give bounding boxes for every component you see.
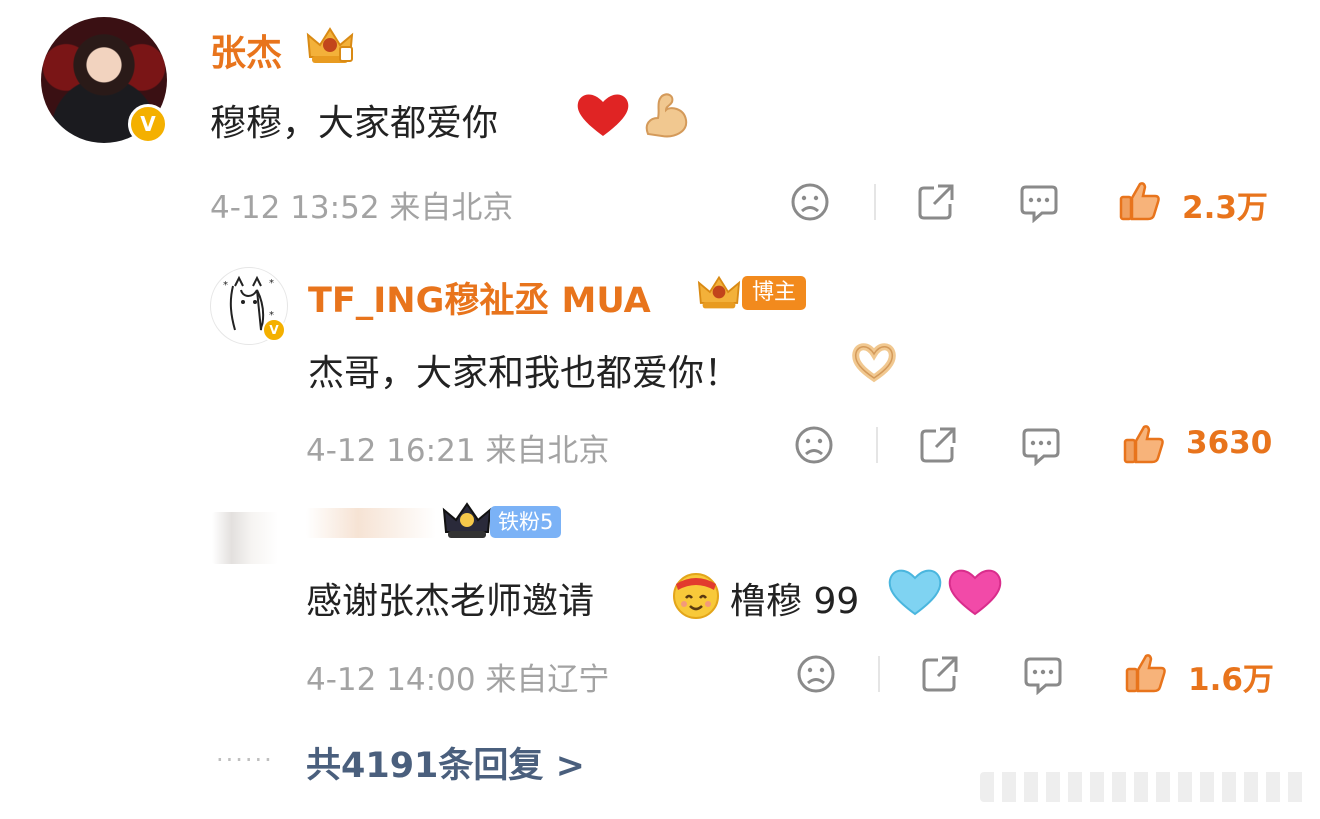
verified-badge-icon: V xyxy=(128,104,168,144)
sad-face-icon[interactable] xyxy=(790,182,830,222)
like-count[interactable]: 3630 xyxy=(1186,425,1272,461)
comment-text: 穆穆，大家都爱你 xyxy=(210,103,499,144)
pink-heart-emoji-icon xyxy=(946,566,1004,618)
heart-hands-emoji-icon xyxy=(846,340,902,384)
sad-face-icon[interactable] xyxy=(794,425,834,465)
sad-face-icon[interactable] xyxy=(796,654,836,694)
svg-text:*: * xyxy=(269,278,274,289)
blogger-tag: 博主 xyxy=(742,276,807,310)
more-replies-link[interactable]: 共4191条回复 > xyxy=(306,737,585,788)
reply-timestamp: 4-12 14:00 来自辽宁 xyxy=(306,662,610,698)
watermark xyxy=(980,772,1310,802)
crown-badge-icon[interactable] xyxy=(440,500,494,542)
comment-icon[interactable] xyxy=(1018,183,1060,223)
reply-author-avatar[interactable] xyxy=(212,512,278,564)
separator-dots: ······ xyxy=(216,746,274,774)
comment-icon[interactable] xyxy=(1022,655,1064,695)
reply-timestamp: 4-12 16:21 来自北京 xyxy=(306,433,610,469)
divider xyxy=(874,184,876,220)
flexed-biceps-emoji-icon xyxy=(640,88,694,142)
thumbs-up-icon[interactable] xyxy=(1118,180,1162,222)
reply-author-name[interactable] xyxy=(306,508,436,538)
svg-text:*: * xyxy=(223,280,228,291)
reply-text: 感谢张杰老师邀请 xyxy=(306,581,595,622)
thumbs-up-icon[interactable] xyxy=(1124,652,1168,694)
heart-emoji-icon xyxy=(574,90,632,140)
thumbs-up-icon[interactable] xyxy=(1122,423,1166,465)
fan-level-tag: 铁粉5 xyxy=(490,506,562,538)
divider xyxy=(878,656,880,692)
share-icon[interactable] xyxy=(918,425,958,465)
light-blue-heart-emoji-icon xyxy=(886,566,944,618)
verified-badge-icon: V xyxy=(262,318,286,342)
share-icon[interactable] xyxy=(916,182,956,222)
crown-badge-icon[interactable] xyxy=(304,23,356,67)
like-count[interactable]: 2.3万 xyxy=(1182,182,1268,227)
comment-author-name[interactable]: 张杰 xyxy=(210,24,282,76)
party-face-emoji-icon xyxy=(668,566,724,622)
reply-text-continued: 橹穆 99 xyxy=(730,581,860,622)
like-count[interactable]: 1.6万 xyxy=(1188,654,1274,699)
share-icon[interactable] xyxy=(920,654,960,694)
reply-author-name[interactable]: TF_ING穆祉丞 MUA xyxy=(308,272,651,323)
divider xyxy=(876,427,878,463)
comment-timestamp: 4-12 13:52 来自北京 xyxy=(210,190,514,226)
crown-badge-icon[interactable] xyxy=(694,272,744,312)
reply-text: 杰哥，大家和我也都爱你！ xyxy=(308,353,741,394)
comment-icon[interactable] xyxy=(1020,426,1062,466)
